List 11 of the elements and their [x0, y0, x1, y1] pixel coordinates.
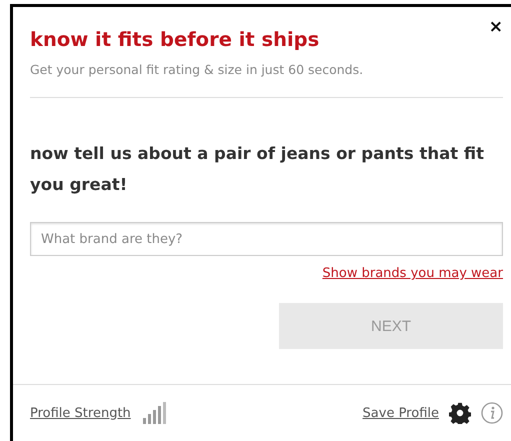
subtitle: Get your personal fit rating & size in just 60 seconds.: [30, 61, 364, 79]
title: know it fits before it ships: [30, 27, 320, 53]
info-icon[interactable]: [481, 402, 503, 424]
save-profile-link[interactable]: Save Profile: [362, 406, 439, 420]
brand-field[interactable]: What brand are they?: [30, 222, 503, 256]
settings-icon[interactable]: [449, 402, 471, 424]
brands-link[interactable]: Show brands you may wear: [322, 266, 503, 281]
profile-strength-link[interactable]: Profile Strength: [30, 406, 131, 420]
strength-bars-icon: [142, 402, 167, 424]
close-button[interactable]: ×: [488, 19, 503, 36]
question: now tell us about a pair of jeans or pants that fit you great!: [30, 143, 485, 196]
